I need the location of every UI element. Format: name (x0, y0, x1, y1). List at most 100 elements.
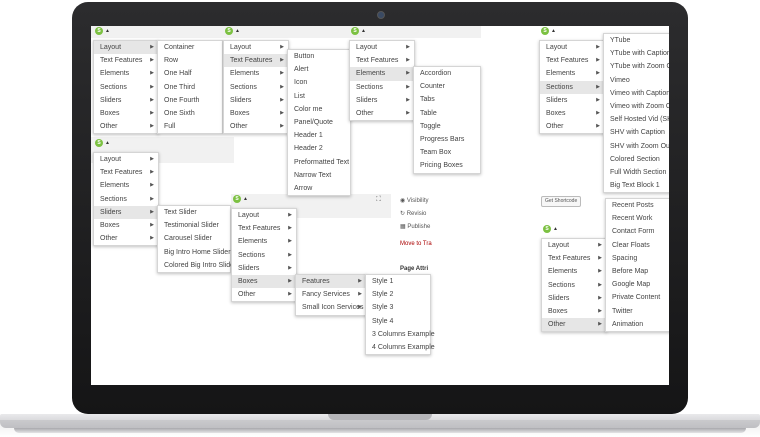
menu-item[interactable]: Sections ▶ (94, 193, 158, 206)
menu-item[interactable]: Colored Section (604, 153, 669, 166)
fullscreen-icon[interactable]: ⛶ (376, 196, 381, 204)
menu-item[interactable]: 4 Columns Example (366, 341, 435, 354)
shortcode-trigger-button[interactable]: S ▲ (95, 27, 110, 39)
menu-item[interactable]: Elements ▶ (540, 67, 604, 80)
menu-item[interactable]: Panel/Quote (288, 116, 350, 129)
menu-item[interactable]: Testimonial Slider (158, 219, 230, 232)
menu-item[interactable]: Button (288, 50, 350, 63)
menu-item[interactable]: YTube (604, 34, 669, 47)
menu-item[interactable]: One Half (158, 67, 222, 80)
menu-item[interactable]: SHV with Zoom Out (604, 140, 669, 153)
menu-item[interactable]: Pricing Boxes (414, 159, 480, 172)
menu-item[interactable]: Animation (606, 318, 669, 331)
menu-item[interactable]: Text Slider (158, 206, 230, 219)
shortcode-trigger-button[interactable]: S ▲ (351, 27, 366, 39)
menu-item[interactable]: Contact Form (606, 225, 669, 238)
menu-item[interactable]: Row (158, 54, 222, 67)
menu-item[interactable]: Layout ▶ (542, 239, 606, 252)
menu-item[interactable]: Boxes ▶ (94, 107, 158, 120)
menu-item[interactable]: Layout ▶ (94, 153, 158, 166)
menu-item[interactable]: Sections ▶ (232, 249, 296, 262)
menu-item[interactable]: Icon (288, 76, 350, 89)
menu-item[interactable]: Recent Work (606, 212, 669, 225)
menu-item[interactable]: Header 2 (288, 142, 350, 155)
menu-item[interactable]: Other ▶ (350, 107, 414, 120)
menu-item[interactable]: One Sixth (158, 107, 222, 120)
menu-item[interactable]: Elements ▶ (224, 67, 288, 80)
shortcode-trigger-button[interactable]: S ▲ (233, 195, 248, 207)
menu-item[interactable]: Layout ▶ (232, 209, 296, 222)
menu-item[interactable]: Self Hosted Vid (SHV) (604, 113, 669, 126)
menu-item[interactable]: Sliders ▶ (540, 94, 604, 107)
menu-item[interactable]: Layout ▶ (224, 41, 288, 54)
menu-item[interactable]: Sections ▶ (540, 80, 604, 94)
menu-item[interactable]: Other ▶ (540, 120, 604, 133)
menu-item[interactable]: Sliders ▶ (94, 205, 158, 219)
menu-item[interactable]: Elements ▶ (94, 179, 158, 192)
shortcode-trigger-button[interactable]: S ▲ (95, 139, 110, 151)
menu-item[interactable]: Elements ▶ (350, 67, 414, 81)
menu-item[interactable]: Header 1 (288, 129, 350, 142)
menu-item[interactable]: Sliders ▶ (350, 94, 414, 107)
menu-item[interactable]: Arrow (288, 182, 350, 195)
menu-item[interactable]: Narrow Text (288, 169, 350, 182)
menu-item[interactable]: SHV with Caption (604, 126, 669, 139)
menu-item[interactable]: Style 2 (366, 288, 430, 301)
menu-item[interactable]: Elements ▶ (542, 265, 606, 278)
menu-item[interactable]: Text Features ▶ (94, 166, 158, 179)
menu-item[interactable]: Text Features ▶ (232, 222, 296, 235)
menu-item[interactable]: Sections ▶ (542, 279, 606, 292)
menu-item[interactable]: Features ▶ (296, 275, 366, 289)
menu-item[interactable]: Style 1 (366, 275, 430, 288)
menu-item[interactable]: Boxes ▶ (542, 305, 606, 318)
menu-item[interactable]: Fancy Services ▶ (296, 288, 366, 301)
menu-item[interactable]: Big Text Block 1 (604, 179, 669, 192)
menu-item[interactable]: Boxes ▶ (224, 107, 288, 120)
menu-item[interactable]: Spacing (606, 252, 669, 265)
menu-item[interactable]: Sections ▶ (224, 81, 288, 94)
menu-item[interactable]: Accordion (414, 67, 480, 80)
menu-item[interactable]: Sliders ▶ (542, 292, 606, 305)
menu-item[interactable]: Toggle (414, 120, 480, 133)
shortcode-trigger-button[interactable]: S ▲ (543, 225, 558, 237)
menu-item[interactable]: Text Features ▶ (350, 54, 414, 67)
menu-item[interactable]: Layout ▶ (540, 41, 604, 54)
menu-item[interactable]: Sections ▶ (94, 81, 158, 94)
menu-item[interactable]: Clear Floats (606, 239, 669, 252)
get-shortcode-button[interactable]: Get Shortcode (541, 196, 582, 207)
menu-item[interactable]: Other ▶ (94, 120, 158, 133)
menu-item[interactable]: Recent Posts (606, 199, 669, 212)
menu-item[interactable]: Google Map (606, 278, 669, 291)
menu-item[interactable]: Boxes ▶ (232, 274, 296, 289)
menu-item[interactable]: Boxes ▶ (540, 107, 604, 120)
menu-item[interactable]: Layout ▶ (350, 41, 414, 54)
menu-item[interactable]: Style 4 (366, 315, 430, 328)
menu-item[interactable]: Alert (288, 63, 350, 76)
menu-item[interactable]: Vimeo with Zoom Out (604, 100, 669, 113)
menu-item[interactable]: Counter (414, 80, 480, 93)
menu-item[interactable]: Vimeo (604, 74, 669, 87)
menu-item[interactable]: Elements ▶ (232, 235, 296, 248)
menu-item[interactable]: Other ▶ (224, 120, 288, 133)
menu-item[interactable]: Sliders ▶ (224, 94, 288, 107)
menu-item[interactable]: Text Features ▶ (540, 54, 604, 67)
menu-item[interactable]: Private Content (606, 291, 669, 304)
menu-item[interactable]: Full Width Section (604, 166, 669, 179)
shortcode-trigger-button[interactable]: S ▲ (541, 27, 556, 39)
menu-item[interactable]: Container (158, 41, 222, 54)
menu-item[interactable]: List (288, 90, 350, 103)
menu-item[interactable]: Text Features ▶ (94, 54, 158, 67)
menu-item[interactable]: Carousel Slider (158, 232, 230, 245)
menu-item[interactable]: Tabs (414, 93, 480, 106)
menu-item[interactable]: Other ▶ (232, 288, 296, 301)
menu-item[interactable]: Twitter (606, 305, 669, 318)
menu-item[interactable]: Color me (288, 103, 350, 116)
menu-item[interactable]: Before Map (606, 265, 669, 278)
move-to-trash-link[interactable]: Move to Tra (400, 241, 432, 247)
menu-item[interactable]: Sliders ▶ (232, 262, 296, 275)
menu-item[interactable]: Table (414, 107, 480, 120)
menu-item[interactable]: One Third (158, 81, 222, 94)
menu-item[interactable]: Elements ▶ (94, 67, 158, 80)
menu-item[interactable]: Other ▶ (94, 232, 158, 245)
menu-item[interactable]: Boxes ▶ (94, 219, 158, 232)
